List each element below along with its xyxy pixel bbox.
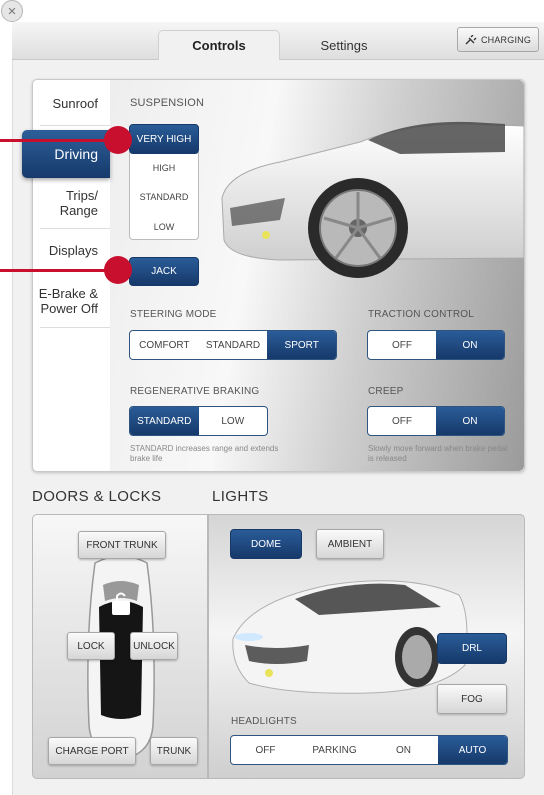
charging-label: CHARGING: [480, 34, 532, 45]
suspension-standard-option[interactable]: STANDARD: [129, 192, 199, 202]
sidebar-item-trips-range[interactable]: Trips/ Range: [33, 188, 110, 218]
doors-locks-title: DOORS & LOCKS: [32, 488, 162, 505]
suspension-high-option[interactable]: HIGH: [129, 163, 199, 173]
creep-selector: OFF ON: [367, 406, 505, 436]
lights-title: LIGHTS: [212, 488, 269, 505]
front-trunk-button[interactable]: FRONT TRUNK: [78, 531, 166, 559]
tab-settings[interactable]: Settings: [283, 30, 405, 60]
pointer-line: [0, 269, 118, 272]
regen-standard-option[interactable]: STANDARD: [130, 407, 199, 435]
headlights-off-option[interactable]: OFF: [231, 736, 300, 764]
sidebar-divider: [40, 327, 110, 328]
regen-note: STANDARD increases range and extends bra…: [130, 444, 279, 463]
tab-controls[interactable]: Controls: [158, 30, 280, 60]
creep-title: CREEP: [368, 386, 404, 397]
headlights-parking-option[interactable]: PARKING: [300, 736, 369, 764]
jack-button[interactable]: JACK: [129, 257, 199, 286]
lock-button[interactable]: LOCK: [67, 632, 115, 660]
sidebar-item-sunroof[interactable]: Sunroof: [33, 96, 110, 111]
charge-port-button[interactable]: CHARGE PORT: [48, 737, 136, 765]
regenerative-braking-title: REGENERATIVE BRAKING: [130, 386, 260, 397]
sidebar-divider: [40, 125, 110, 126]
steering-sport-option[interactable]: SPORT: [267, 331, 336, 359]
unlock-button[interactable]: UNLOCK: [130, 632, 178, 660]
pointer-dot: [104, 126, 132, 154]
steering-mode-title: STEERING MODE: [130, 309, 217, 320]
plug-icon: [465, 34, 477, 44]
creep-on-option[interactable]: ON: [436, 407, 504, 435]
steering-comfort-option[interactable]: COMFORT: [130, 331, 199, 359]
sidebar-item-driving[interactable]: Driving: [22, 130, 110, 178]
creep-note: Slowly move forward when brake pedal is …: [368, 444, 508, 463]
suspension-title: SUSPENSION: [130, 97, 205, 109]
traction-control-selector: OFF ON: [367, 330, 505, 360]
headlights-auto-option[interactable]: AUTO: [438, 736, 507, 764]
suspension-low-option[interactable]: LOW: [129, 222, 199, 232]
sidebar-divider: [40, 228, 110, 229]
drl-button[interactable]: DRL: [437, 633, 507, 664]
steering-mode-selector: COMFORT STANDARD SPORT: [129, 330, 337, 360]
close-icon[interactable]: ×: [1, 0, 23, 22]
headlights-title: HEADLIGHTS: [231, 716, 297, 727]
traction-on-option[interactable]: ON: [436, 331, 504, 359]
fog-button[interactable]: FOG: [437, 684, 507, 714]
sidebar-item-ebrake-power-off[interactable]: E-Brake & Power Off: [33, 286, 110, 316]
creep-off-option[interactable]: OFF: [368, 407, 436, 435]
sidebar-item-displays[interactable]: Displays: [33, 243, 110, 258]
regen-low-option[interactable]: LOW: [199, 407, 268, 435]
steering-standard-option[interactable]: STANDARD: [199, 331, 268, 359]
traction-control-title: TRACTION CONTROL: [368, 309, 474, 320]
ambient-button[interactable]: AMBIENT: [316, 529, 384, 559]
trunk-button[interactable]: TRUNK: [150, 737, 198, 765]
suspension-very-high-button[interactable]: VERY HIGH: [129, 124, 199, 154]
charging-button[interactable]: CHARGING: [457, 27, 539, 52]
headlights-on-option[interactable]: ON: [369, 736, 438, 764]
pointer-dot: [104, 256, 132, 284]
headlights-selector: OFF PARKING ON AUTO: [230, 735, 508, 765]
dome-button[interactable]: DOME: [230, 529, 302, 559]
regen-braking-selector: STANDARD LOW: [129, 406, 268, 436]
pointer-line: [0, 139, 118, 142]
traction-off-option[interactable]: OFF: [368, 331, 436, 359]
